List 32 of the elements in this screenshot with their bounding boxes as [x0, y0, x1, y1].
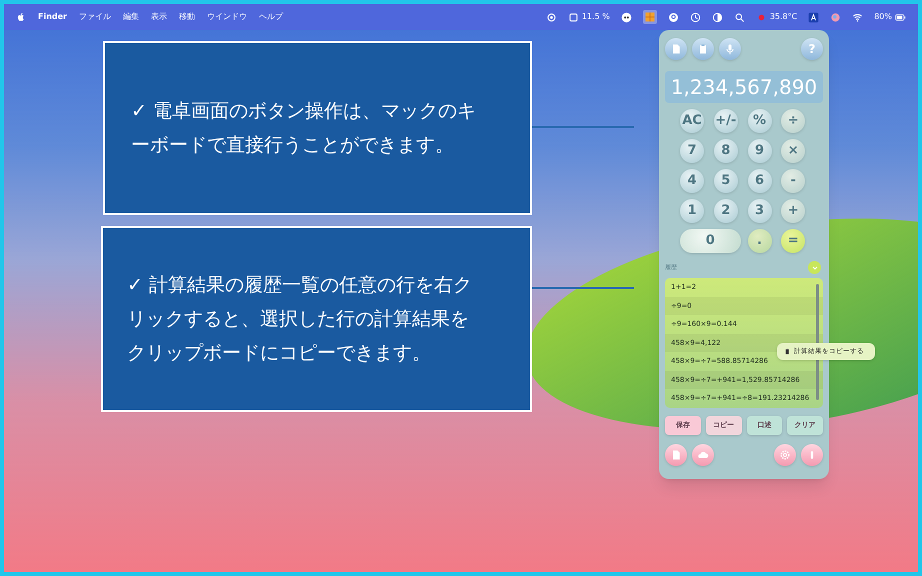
menu-item[interactable]: 編集 — [123, 11, 139, 23]
menu-item[interactable]: ウインドウ — [207, 11, 247, 23]
calculator-key[interactable]: 3 — [748, 199, 772, 223]
calculator-key[interactable]: 4 — [680, 169, 704, 193]
calculator-key[interactable]: 0 — [680, 229, 740, 253]
calculator-key[interactable]: 2 — [714, 199, 738, 223]
menu-item[interactable]: ヘルプ — [259, 11, 283, 23]
calculator-key[interactable]: +/- — [714, 109, 738, 133]
calculator-key[interactable]: % — [748, 109, 772, 133]
calculator-key[interactable]: 1 — [680, 199, 704, 223]
calculator-key[interactable]: + — [781, 199, 806, 223]
app-menu[interactable]: Finder — [38, 11, 67, 23]
cpu-usage: 11.5 % — [582, 11, 610, 23]
calculator-key[interactable]: = — [781, 229, 806, 253]
calculator-key[interactable]: 5 — [714, 169, 738, 193]
menu-item[interactable]: 表示 — [151, 11, 167, 23]
calculator-key[interactable]: . — [748, 229, 772, 253]
calculator-display: 1,234,567,890 — [665, 71, 823, 103]
battery-percentage: 80% — [874, 11, 892, 23]
calculator-key[interactable]: 6 — [748, 169, 772, 193]
calculator-key[interactable]: - — [781, 169, 806, 193]
calculator-key[interactable]: 7 — [680, 139, 704, 163]
callout-text: ✓ 電卓画面のボタン操作は、マックのキーボードで直接行うことができます。 — [131, 99, 477, 158]
menu-item[interactable]: 移動 — [179, 11, 195, 23]
calculator-key[interactable]: 9 — [748, 139, 772, 163]
calculator-key[interactable]: × — [781, 139, 806, 163]
callout-text: ✓ 計算結果の履歴一覧の任意の行を右クリックすると、選択した行の計算結果をクリップボードにコピーできます。 — [127, 273, 472, 366]
calculator-key[interactable]: ÷ — [781, 109, 806, 133]
calculator-key[interactable]: 8 — [714, 139, 738, 163]
temperature-reading: 35.8°C — [770, 11, 798, 23]
calculator-key[interactable]: AC — [680, 109, 704, 133]
menu-item[interactable]: ファイル — [79, 11, 111, 23]
